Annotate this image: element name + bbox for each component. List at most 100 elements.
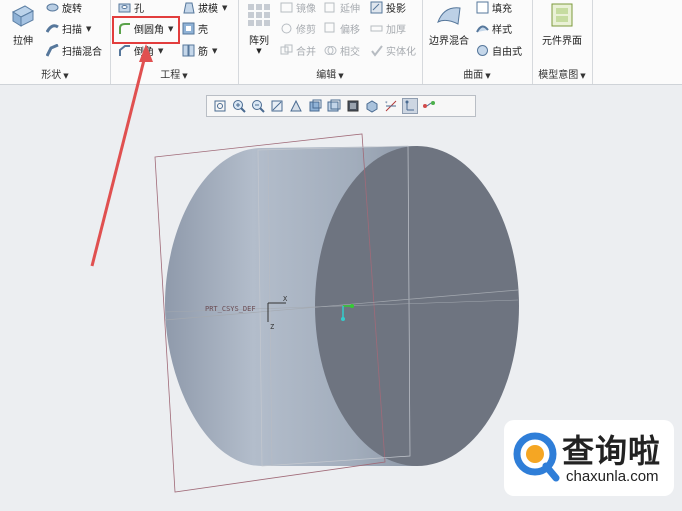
hole-label: 孔 <box>134 4 144 15</box>
sweep-dropdown-icon[interactable]: ▼ <box>86 25 91 33</box>
watermark-logo: 查询啦 chaxunla.com <box>504 420 674 496</box>
fill-icon <box>476 1 489 14</box>
boundary-blend-label: 边界混合 <box>429 36 469 47</box>
repaint-icon[interactable] <box>269 98 285 114</box>
style-button[interactable]: 样式 <box>476 21 512 36</box>
draft-dropdown-icon[interactable]: ▼ <box>222 4 227 12</box>
appearance-icon[interactable] <box>364 98 380 114</box>
pattern-label: 阵列 <box>249 36 269 47</box>
rib-button[interactable]: 筋 ▼ <box>182 43 217 58</box>
style-icon <box>476 22 489 35</box>
draft-button[interactable]: 拔模 ▼ <box>182 0 227 15</box>
spin-center-icon[interactable] <box>402 98 418 114</box>
rib-icon <box>182 44 195 57</box>
project-label: 投影 <box>386 4 406 15</box>
ribbon: 拉伸 旋转 扫描 ▼ 扫描混合 形状 ▼ 孔 倒圆角 ▼ 倒角 ▼ 拔模 ▼ 壳… <box>0 0 682 85</box>
mirror-label: 镜像 <box>296 4 316 15</box>
csys-x-label: X <box>283 295 288 303</box>
solidify-icon <box>370 44 383 57</box>
sweep-button[interactable]: 扫描 ▼ <box>45 21 91 36</box>
solidify-label: 实体化 <box>386 47 416 58</box>
trim-button[interactable]: 修剪 <box>280 21 316 36</box>
rib-dropdown-icon[interactable]: ▼ <box>212 47 217 55</box>
datum-display-icon[interactable]: * <box>383 98 399 114</box>
chevron-down-icon: ▼ <box>338 72 344 80</box>
swept-blend-button[interactable]: 扫描混合 <box>45 43 102 58</box>
chevron-down-icon: ▼ <box>485 72 491 80</box>
revolve-button[interactable]: 旋转 <box>46 0 82 15</box>
revolve-icon <box>46 1 59 14</box>
merge-icon <box>280 44 293 57</box>
solidify-button[interactable]: 实体化 <box>370 43 416 58</box>
mirror-button[interactable]: 镜像 <box>280 0 316 15</box>
group-label-editing[interactable]: 编辑 ▼ <box>238 66 422 82</box>
zoom-out-icon[interactable] <box>250 98 266 114</box>
project-button[interactable]: 投影 <box>370 0 406 15</box>
group-label-engineering[interactable]: 工程 ▼ <box>110 66 238 82</box>
extend-button[interactable]: 延伸 <box>324 0 360 15</box>
saved-views-icon[interactable] <box>326 98 342 114</box>
group-label-model-intent[interactable]: 模型意图 ▼ <box>532 66 592 82</box>
group-label-surfaces-text: 曲面 <box>463 70 484 81</box>
component-interface-label: 元件界面 <box>542 36 582 47</box>
watermark-en: chaxunla.com <box>566 468 659 485</box>
csys-label: PRT_CSYS_DEF <box>205 305 256 313</box>
boundary-blend-button[interactable]: 边界混合 <box>426 2 472 47</box>
freestyle-button[interactable]: 自由式 <box>476 43 522 58</box>
annotation-display-icon[interactable] <box>421 98 437 114</box>
trim-icon <box>280 22 293 35</box>
chamfer-button[interactable]: 倒角 ▼ <box>118 43 163 58</box>
sweep-label: 扫描 <box>62 25 82 36</box>
extrude-button[interactable]: 拉伸 <box>6 2 40 47</box>
sweep-icon <box>45 22 59 35</box>
freestyle-label: 自由式 <box>492 47 522 58</box>
draft-label: 拔模 <box>198 4 218 15</box>
draft-icon <box>182 1 195 14</box>
swept-blend-label: 扫描混合 <box>62 47 102 58</box>
fill-button[interactable]: 填充 <box>476 0 512 15</box>
offset-icon <box>324 22 337 35</box>
refit-icon[interactable] <box>212 98 228 114</box>
section-icon[interactable] <box>345 98 361 114</box>
freestyle-icon <box>476 44 489 57</box>
thicken-label: 加厚 <box>386 25 406 36</box>
merge-button[interactable]: 合并 <box>280 43 316 58</box>
pattern-dropdown-icon[interactable]: ▼ <box>242 47 276 55</box>
offset-label: 偏移 <box>340 25 360 36</box>
perspective-icon[interactable] <box>288 98 304 114</box>
boundary-blend-icon <box>436 2 462 28</box>
hole-icon <box>118 1 131 14</box>
revolve-label: 旋转 <box>62 4 82 15</box>
hole-button[interactable]: 孔 <box>118 0 144 15</box>
csys-z-label: Z <box>270 323 275 331</box>
shell-button[interactable]: 壳 <box>182 21 208 36</box>
chamfer-dropdown-icon[interactable]: ▼ <box>158 47 163 55</box>
group-label-shape[interactable]: 形状 ▼ <box>0 66 110 82</box>
zoom-in-icon[interactable] <box>231 98 247 114</box>
swept-blend-icon <box>45 43 59 57</box>
display-style-icon[interactable] <box>307 98 323 114</box>
group-model-intent: 元件界面 模型意图 ▼ <box>532 0 593 84</box>
group-surfaces: 边界混合 填充 样式 自由式 曲面 ▼ <box>422 0 533 84</box>
group-shape: 拉伸 旋转 扫描 ▼ 扫描混合 形状 ▼ <box>0 0 111 84</box>
shell-icon <box>182 22 195 35</box>
project-icon <box>370 1 383 14</box>
style-label: 样式 <box>492 25 512 36</box>
shell-label: 壳 <box>198 25 208 36</box>
component-interface-icon <box>549 2 575 28</box>
pattern-button[interactable]: 阵列 ▼ <box>242 2 276 55</box>
component-interface-button[interactable]: 元件界面 <box>536 2 588 47</box>
group-editing: 阵列 ▼ 镜像 修剪 合并 延伸 偏移 相交 投影 加厚 实体化 编辑 ▼ <box>238 0 423 84</box>
thicken-button[interactable]: 加厚 <box>370 21 406 36</box>
extrude-icon <box>10 2 36 28</box>
extrude-label: 拉伸 <box>13 36 33 47</box>
merge-label: 合并 <box>296 47 316 58</box>
group-label-surfaces[interactable]: 曲面 ▼ <box>422 66 532 82</box>
offset-button[interactable]: 偏移 <box>324 21 360 36</box>
intersect-button[interactable]: 相交 <box>324 43 360 58</box>
intersect-icon <box>324 44 337 57</box>
group-label-model-intent-text: 模型意图 <box>538 70 579 81</box>
watermark-cn: 查询啦 <box>562 432 662 470</box>
group-label-engineering-text: 工程 <box>160 70 181 81</box>
chamfer-label: 倒角 <box>134 47 154 58</box>
